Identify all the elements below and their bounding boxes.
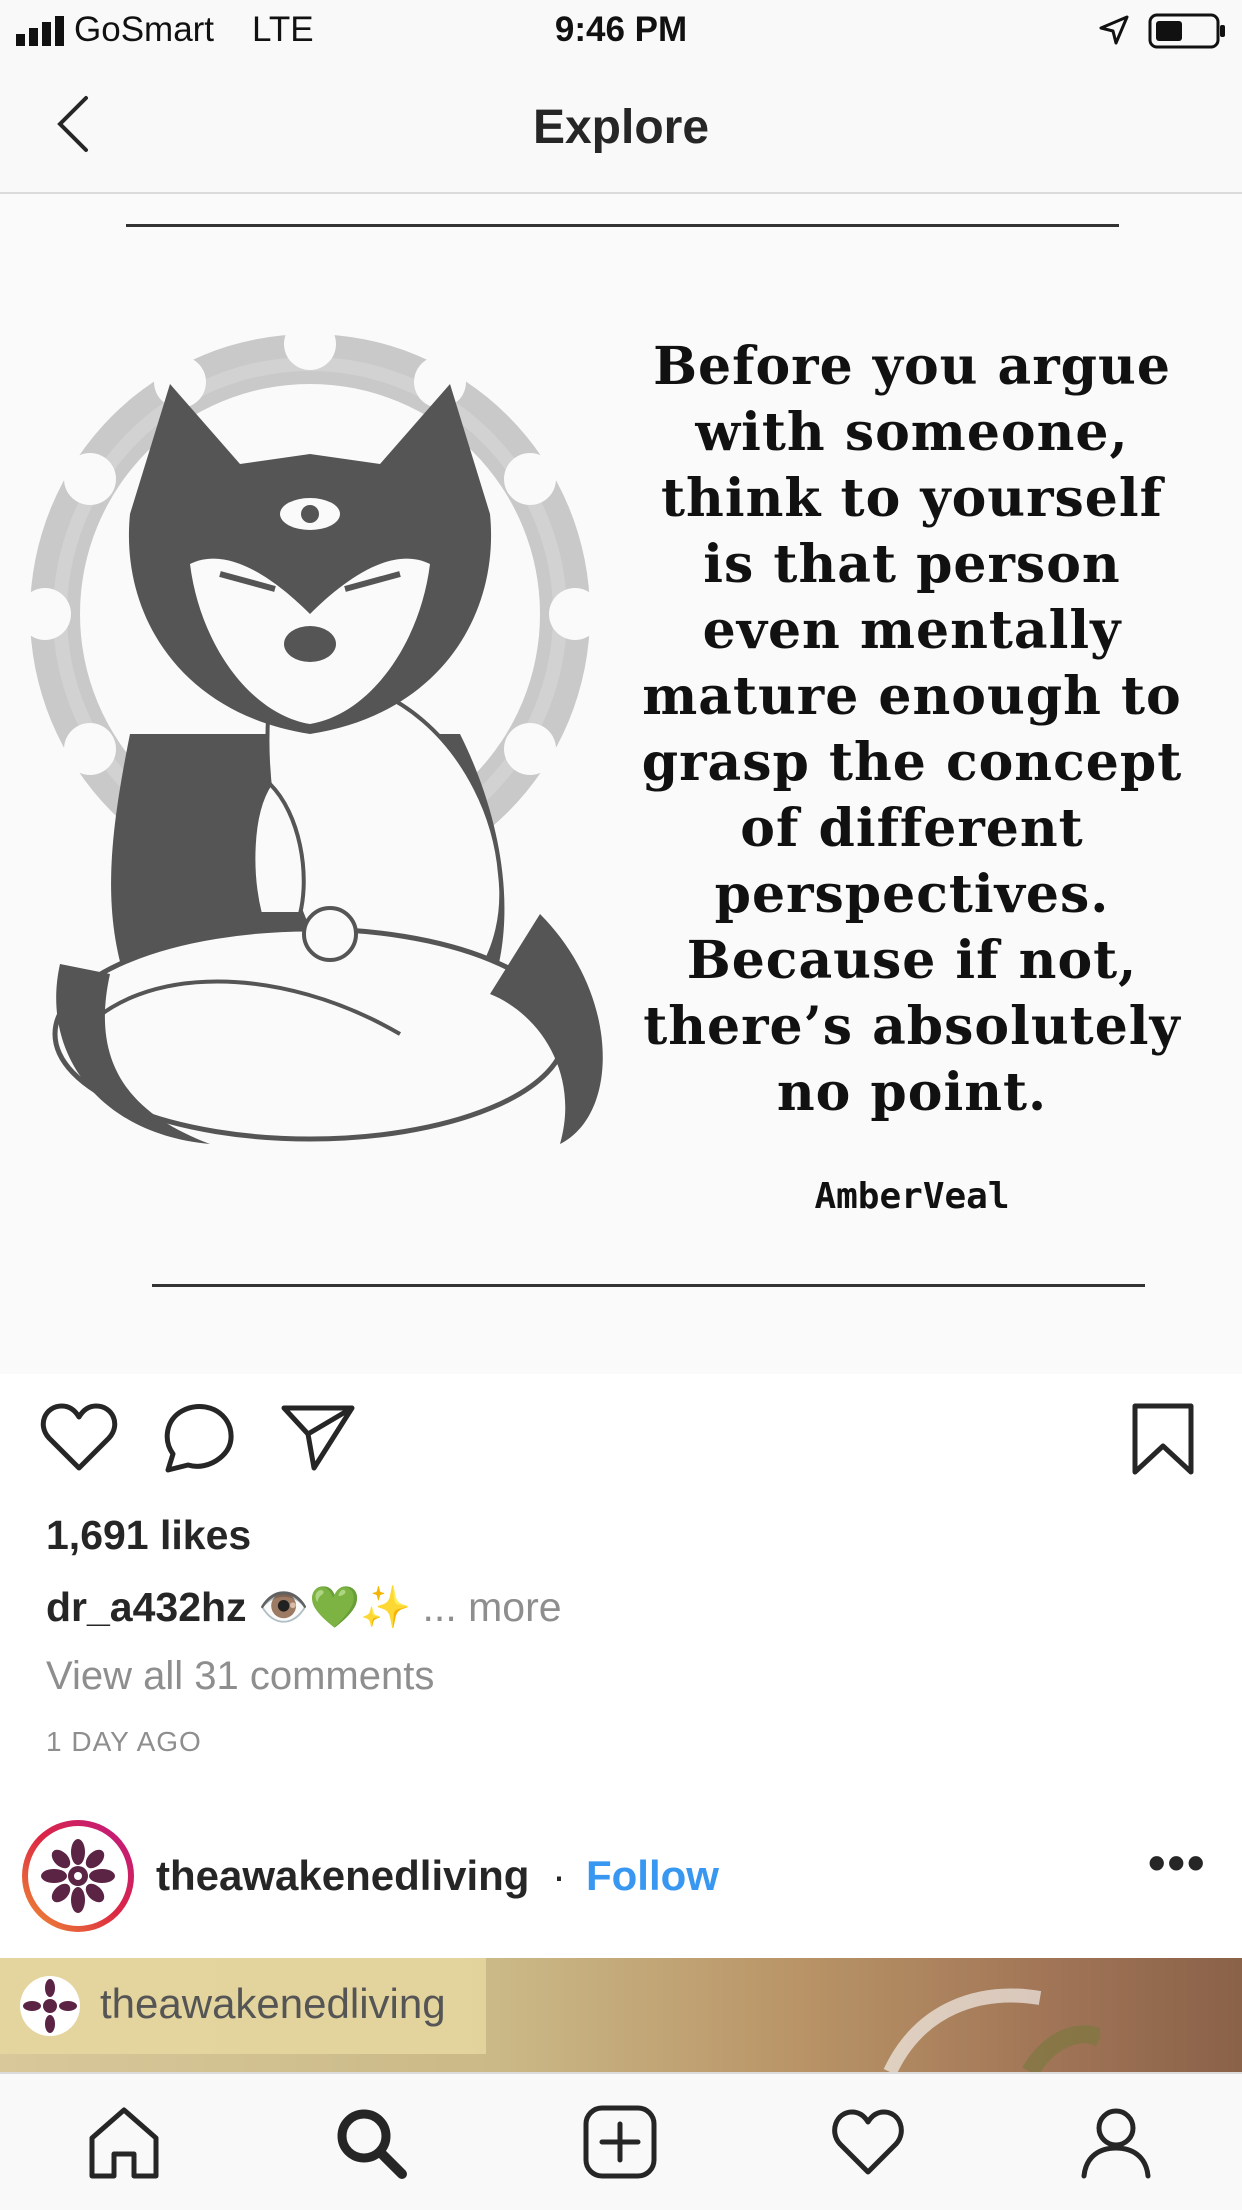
next-post-image[interactable]: theawakenedliving xyxy=(0,1958,1242,2072)
tag-username: theawakenedliving xyxy=(100,1980,446,2027)
post-image[interactable]: Before you argue with someone, think to … xyxy=(0,194,1242,1374)
meditating-wolf-illustration xyxy=(20,318,603,1144)
quote-text: Before you argue with someone, think to … xyxy=(641,336,1183,1123)
avatar[interactable] xyxy=(22,1820,134,1932)
image-username-tag: theawakenedliving xyxy=(0,1958,486,2054)
mandala-avatar-icon xyxy=(23,1979,77,2033)
search-icon[interactable] xyxy=(332,2104,408,2180)
tag-avatar xyxy=(20,1976,80,2036)
caption-more-link[interactable]: more xyxy=(468,1584,561,1630)
profile-icon[interactable] xyxy=(1078,2104,1154,2180)
post-timestamp: 1 DAY AGO xyxy=(46,1726,202,1757)
post-username[interactable]: theawakenedliving xyxy=(156,1852,529,1900)
divider-bottom xyxy=(152,1284,1145,1287)
home-icon[interactable] xyxy=(86,2104,162,2180)
more-horizontal-icon[interactable]: ••• xyxy=(1148,1834,1207,1892)
paper-plane-icon[interactable] xyxy=(280,1402,356,1474)
location-arrow-icon xyxy=(1099,15,1129,45)
caption-emoji: 👁️💚✨ xyxy=(257,1584,412,1630)
status-time: 9:46 PM xyxy=(554,10,688,49)
heart-icon[interactable] xyxy=(40,1402,118,1474)
add-post-icon[interactable] xyxy=(582,2104,658,2180)
caption-username[interactable]: dr_a432hz xyxy=(46,1584,247,1630)
likes-count[interactable]: 1,691 likes xyxy=(46,1512,251,1559)
caption-ellipsis: ... xyxy=(422,1584,457,1630)
battery-icon xyxy=(1148,13,1225,49)
divider-top xyxy=(126,224,1119,227)
post-caption: dr_a432hz 👁️💚✨ ... more xyxy=(46,1584,562,1632)
page-title: Explore xyxy=(532,101,710,154)
status-bar: GoSmart LTE 9:46 PM xyxy=(0,0,1242,62)
image-detail xyxy=(883,1988,1100,2072)
mandala-avatar-icon xyxy=(41,1839,115,1913)
nav-bar: Explore xyxy=(0,62,1242,194)
tab-bar xyxy=(0,2072,1242,2210)
view-comments-link[interactable]: View all 31 comments xyxy=(46,1654,434,1699)
separator-dot: · xyxy=(552,1852,566,1899)
activity-heart-icon[interactable] xyxy=(830,2104,906,2180)
bookmark-icon[interactable] xyxy=(1130,1402,1196,1476)
comment-icon[interactable] xyxy=(160,1402,236,1474)
quote-author: AmberVeal xyxy=(814,1176,1010,1217)
follow-button[interactable]: Follow xyxy=(586,1852,719,1900)
